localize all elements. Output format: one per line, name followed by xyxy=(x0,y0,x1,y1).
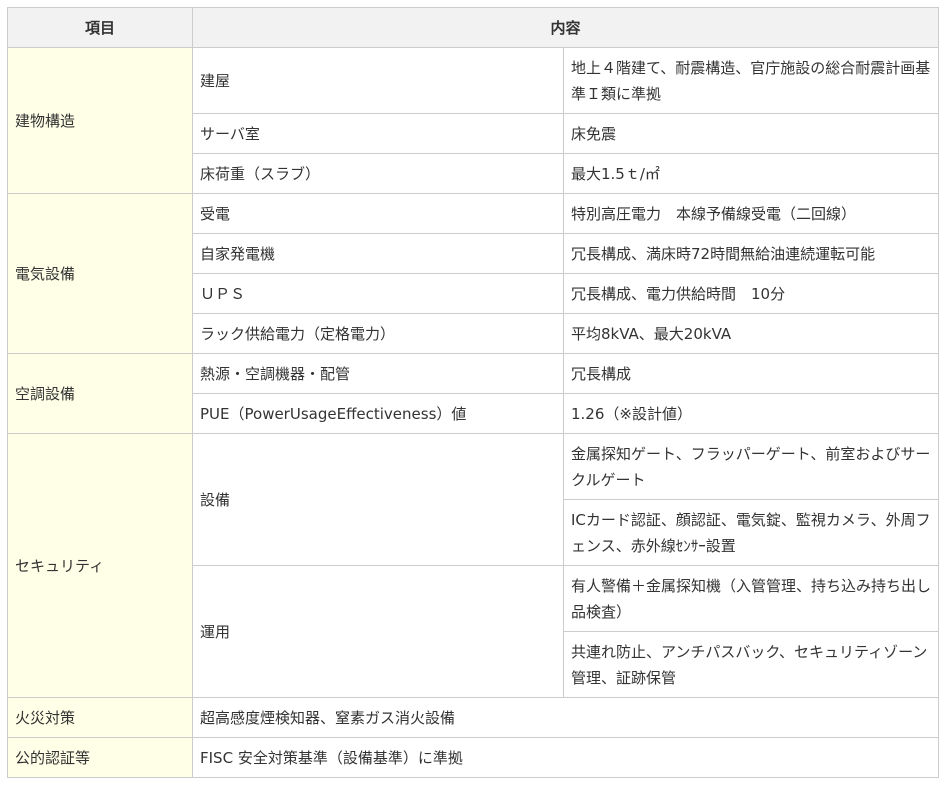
table-header-row: 項目 内容 xyxy=(7,7,940,48)
row-value: 冗長構成、電力供給時間 10分 xyxy=(562,273,940,314)
row-value: 共連れ防止、アンチパスバック、セキュリティゾーン管理、証跡保管 xyxy=(562,631,940,698)
category-certification: 公的認証等 xyxy=(7,737,193,778)
row-value: 金属探知ゲート、フラッパーゲート、前室およびサークルゲート xyxy=(562,433,940,500)
row-value: 冗長構成、満床時72時間無給油連続運転可能 xyxy=(562,233,940,274)
category-hvac: 空調設備 xyxy=(7,353,193,434)
table-row: 公的認証等 FISC 安全対策基準（設備基準）に準拠 xyxy=(7,737,940,778)
row-value: 特別高圧電力 本線予備線受電（二回線） xyxy=(562,193,940,234)
header-item: 項目 xyxy=(7,7,193,48)
row-name: 設備 xyxy=(192,433,564,566)
table-row: 電気設備 受電 特別高圧電力 本線予備線受電（二回線） xyxy=(7,193,940,354)
table-row: 空調設備 熱源・空調機器・配管 冗長構成 xyxy=(7,353,940,434)
spec-table-container: 項目 内容 建物構造 建屋 地上４階建て、耐震構造、官庁施設の総合耐震計画基準Ｉ… xyxy=(0,0,946,778)
row-name: ラック供給電力（定格電力） xyxy=(192,313,564,354)
row-value: 有人警備＋金属探知機（入管管理、持ち込み持ち出し品検査） xyxy=(562,565,940,632)
row-value: ICカード認証、顔認証、電気錠、監視カメラ、外周フェンス、赤外線ｾﾝｻｰ設置 xyxy=(562,499,940,566)
category-security: セキュリティ xyxy=(7,433,193,698)
table-row: 建物構造 建屋 地上４階建て、耐震構造、官庁施設の総合耐震計画基準Ｉ類に準拠 xyxy=(7,47,940,194)
row-name: 床荷重（スラブ） xyxy=(192,153,564,194)
row-value: 平均8kVA、最大20kVA xyxy=(562,313,940,354)
table-row: セキュリティ 設備 金属探知ゲート、フラッパーゲート、前室およびサークルゲート xyxy=(7,433,940,698)
row-value: 1.26（※設計値） xyxy=(562,393,940,434)
facility-spec-table: 項目 内容 建物構造 建屋 地上４階建て、耐震構造、官庁施設の総合耐震計画基準Ｉ… xyxy=(7,7,940,778)
table-row: 火災対策 超高感度煙検知器、窒素ガス消火設備 xyxy=(7,697,940,738)
row-name: 運用 xyxy=(192,565,564,698)
row-name: 建屋 xyxy=(192,47,564,114)
row-name: 熱源・空調機器・配管 xyxy=(192,353,564,394)
row-value: 最大1.5ｔ/㎡ xyxy=(562,153,940,194)
row-name: 自家発電機 xyxy=(192,233,564,274)
row-name: ＵＰＳ xyxy=(192,273,564,314)
row-name: サーバ室 xyxy=(192,113,564,154)
row-name: PUE（PowerUsageEffectiveness）値 xyxy=(192,393,564,434)
category-electrical: 電気設備 xyxy=(7,193,193,354)
row-value: 床免震 xyxy=(562,113,940,154)
row-value: 冗長構成 xyxy=(562,353,940,394)
header-content: 内容 xyxy=(191,7,940,48)
row-value: 超高感度煙検知器、窒素ガス消火設備 xyxy=(191,697,940,738)
category-building: 建物構造 xyxy=(7,47,193,194)
row-name: 受電 xyxy=(192,193,564,234)
row-value: FISC 安全対策基準（設備基準）に準拠 xyxy=(191,737,940,778)
row-value: 地上４階建て、耐震構造、官庁施設の総合耐震計画基準Ｉ類に準拠 xyxy=(562,47,940,114)
category-fire: 火災対策 xyxy=(7,697,193,738)
